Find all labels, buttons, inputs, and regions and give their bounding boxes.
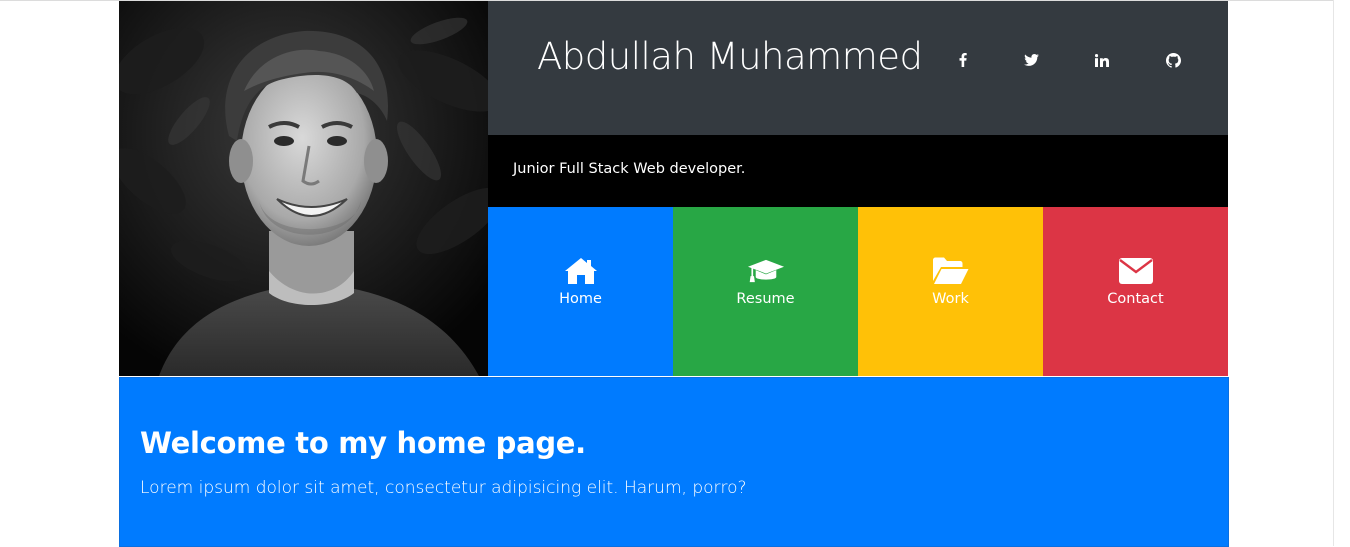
tagline-bar: Junior Full Stack Web developer. xyxy=(488,135,1228,207)
github-link[interactable] xyxy=(1159,46,1187,74)
github-icon xyxy=(1165,52,1181,68)
nav-tile-resume[interactable]: Resume xyxy=(673,207,858,376)
nav-tile-home[interactable]: Home xyxy=(488,207,673,376)
facebook-link[interactable] xyxy=(949,46,977,74)
nav-tile-work[interactable]: Work xyxy=(858,207,1043,376)
nav-tile-contact[interactable]: Contact xyxy=(1043,207,1228,376)
graduation-cap-icon xyxy=(747,256,784,286)
tagline: Junior Full Stack Web developer. xyxy=(513,161,746,177)
welcome-text: Lorem ipsum dolor sit amet, consectetur … xyxy=(140,478,747,498)
nav-label-home: Home xyxy=(559,291,602,307)
envelope-icon xyxy=(1118,256,1154,286)
linkedin-link[interactable] xyxy=(1088,46,1116,74)
linkedin-icon xyxy=(1095,53,1109,67)
nav-label-resume: Resume xyxy=(736,291,795,307)
page-container: Abdullah Muhammed Junior Full Stack Web … xyxy=(119,1,1229,547)
twitter-link[interactable] xyxy=(1017,46,1045,74)
welcome-section: Welcome to my home page. Lorem ipsum dol… xyxy=(119,377,1229,547)
nav-label-work: Work xyxy=(932,291,969,307)
welcome-heading: Welcome to my home page. xyxy=(140,426,586,460)
home-icon xyxy=(563,256,599,286)
folder-open-icon xyxy=(932,256,969,286)
profile-photo xyxy=(119,1,488,376)
site-title: Abdullah Muhammed xyxy=(537,35,923,78)
header-bar: Abdullah Muhammed xyxy=(488,1,1228,135)
twitter-icon xyxy=(1023,54,1039,66)
nav-label-contact: Contact xyxy=(1107,291,1164,307)
vertical-scrollbar[interactable] xyxy=(1333,0,1350,546)
facebook-icon xyxy=(959,53,967,67)
